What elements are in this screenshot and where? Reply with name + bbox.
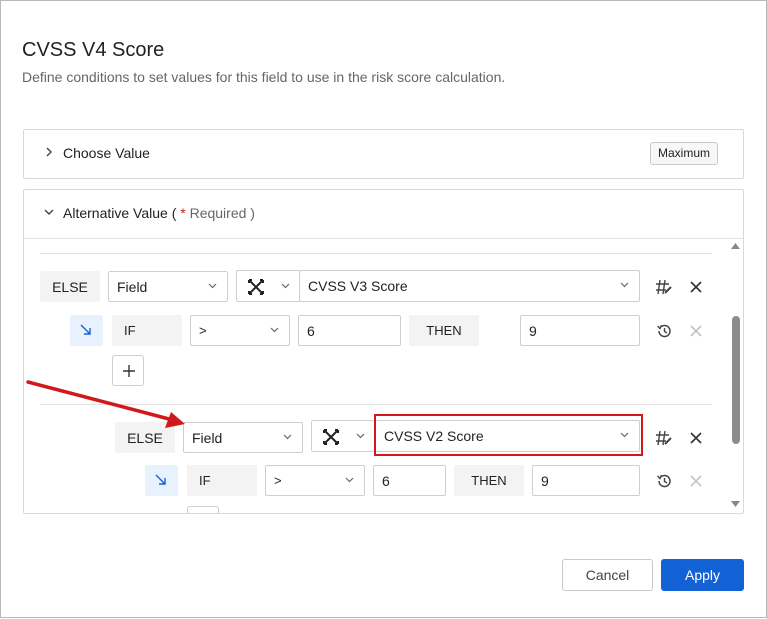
condition-value-input[interactable]: 6 [373, 465, 446, 496]
function-select[interactable] [311, 420, 375, 452]
hash-edit-icon[interactable] [655, 278, 673, 296]
field-select[interactable]: CVSS V3 Score [299, 270, 640, 302]
result-value-input[interactable]: 9 [532, 465, 640, 496]
add-condition-button[interactable] [187, 506, 219, 513]
source-select-value: Field [192, 429, 223, 446]
cvss-score-dialog: CVSS V4 Score Define conditions to set v… [0, 0, 767, 618]
cancel-button[interactable]: Cancel [562, 559, 653, 591]
alternative-value-label: Alternative Value ( * Required ) [63, 205, 255, 221]
operator-value: > [274, 473, 282, 488]
history-icon[interactable] [655, 472, 673, 490]
operator-value: > [199, 323, 207, 338]
condition-value-input[interactable]: 6 [298, 315, 401, 346]
chevron-down-icon [270, 327, 279, 332]
then-label: THEN [454, 465, 524, 496]
add-condition-button[interactable] [112, 355, 144, 386]
history-icon[interactable] [655, 322, 673, 340]
chevron-down-icon [283, 434, 292, 439]
arrow-down-right-icon [145, 465, 178, 496]
chevron-down-icon [44, 209, 54, 215]
crossed-arrows-icon [323, 429, 339, 445]
close-icon[interactable] [687, 278, 705, 296]
operator-select[interactable]: > [190, 315, 290, 346]
close-icon[interactable] [687, 322, 705, 340]
field-select-value: CVSS V3 Score [308, 278, 408, 294]
scrollbar-thumb[interactable] [732, 316, 740, 444]
dialog-subtitle: Define conditions to set values for this… [22, 69, 506, 85]
function-select[interactable] [236, 270, 300, 302]
rule-divider [40, 404, 712, 405]
apply-button[interactable]: Apply [661, 559, 744, 591]
panel-divider [24, 238, 743, 239]
chevron-down-icon [356, 433, 365, 439]
chevron-down-icon [208, 283, 217, 288]
choose-value-panel: Choose Value Maximum [23, 129, 744, 179]
rule-divider [40, 253, 712, 254]
source-select-value: Field [117, 278, 148, 295]
else-label: ELSE [40, 271, 100, 302]
operator-select[interactable]: > [265, 465, 365, 496]
result-value-input[interactable]: 9 [520, 315, 640, 346]
chevron-down-icon [345, 477, 354, 482]
close-icon[interactable] [687, 472, 705, 490]
crossed-arrows-icon [248, 279, 264, 295]
dialog-title: CVSS V4 Score [22, 39, 165, 61]
scroll-down-icon[interactable] [731, 501, 740, 508]
maximum-badge: Maximum [649, 142, 718, 165]
arrow-down-right-icon [70, 315, 103, 346]
chevron-down-icon [620, 282, 629, 288]
if-label: IF [112, 315, 182, 346]
hash-edit-icon[interactable] [655, 429, 673, 447]
choose-value-header[interactable]: Choose Value Maximum [24, 130, 743, 178]
choose-value-label: Choose Value [63, 145, 150, 161]
chevron-down-icon [281, 283, 290, 289]
close-icon[interactable] [687, 429, 705, 447]
then-label: THEN [409, 315, 479, 346]
plus-icon [123, 365, 135, 377]
source-select[interactable]: Field [183, 422, 303, 453]
source-select[interactable]: Field [108, 271, 228, 302]
alternative-value-header[interactable]: Alternative Value ( * Required ) [24, 190, 743, 238]
if-label: IF [187, 465, 257, 496]
else-label: ELSE [115, 422, 175, 453]
highlight-box [374, 414, 643, 456]
chevron-right-icon [46, 147, 52, 157]
required-text: Required ) [185, 205, 255, 221]
scroll-up-icon[interactable] [731, 243, 740, 250]
